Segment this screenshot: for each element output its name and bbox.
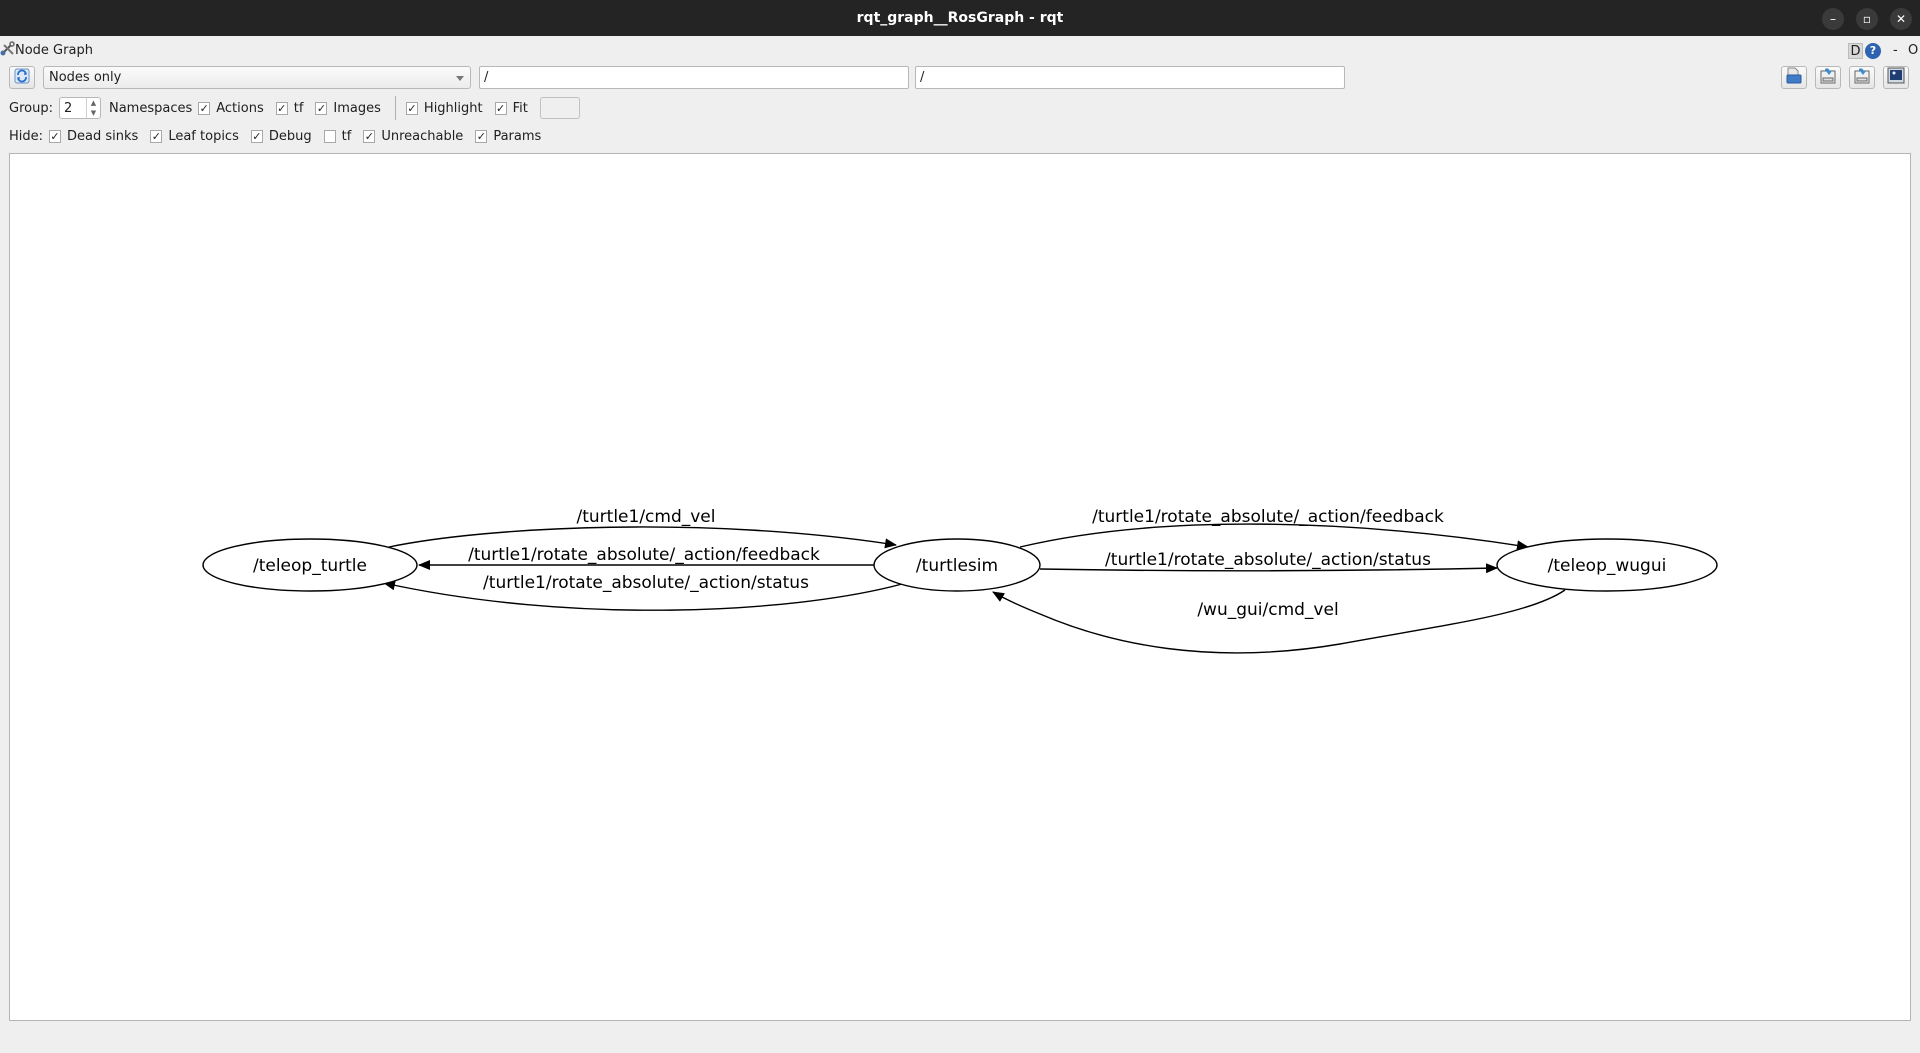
node-filter-input[interactable]: / bbox=[479, 66, 909, 89]
edge-label-status-left: /turtle1/rotate_absolute/_action/status bbox=[483, 573, 809, 593]
node-turtlesim[interactable]: /turtlesim bbox=[873, 538, 1041, 592]
dead-sinks-checkbox[interactable]: ✓ Dead sinks bbox=[49, 129, 138, 144]
refresh-icon bbox=[14, 68, 30, 88]
node-label-turtlesim: /turtlesim bbox=[916, 556, 998, 576]
leaf-topics-checkbox[interactable]: ✓ Leaf topics bbox=[150, 129, 239, 144]
close-icon: ✕ bbox=[1895, 12, 1907, 26]
minimize-plugin-button[interactable]: - bbox=[1893, 43, 1898, 59]
node-label-teleop-wugui: /teleop_wugui bbox=[1548, 556, 1667, 576]
debug-checkbox[interactable]: ✓ Debug bbox=[250, 129, 312, 144]
minimize-icon: – bbox=[1830, 12, 1836, 26]
graph-canvas[interactable]: /turtle1/cmd_vel /turtle1/rotate_absolut… bbox=[9, 153, 1911, 1021]
tf-group-checkbox[interactable]: ✓ tf bbox=[275, 101, 303, 116]
save-svg-button[interactable] bbox=[1849, 66, 1875, 89]
tf-hide-checkbox[interactable]: tf bbox=[323, 129, 351, 144]
edge-label-turtle1-cmd-vel: /turtle1/cmd_vel bbox=[577, 507, 716, 527]
load-dot-button[interactable] bbox=[1781, 66, 1807, 89]
help-icon: ? bbox=[1869, 44, 1877, 57]
checkmark-icon: ✓ bbox=[250, 129, 263, 143]
plugin-title-bar: Node Graph bbox=[0, 41, 93, 59]
help-button[interactable]: ? bbox=[1865, 43, 1881, 59]
highlight-checkbox[interactable]: ✓ Highlight bbox=[405, 101, 483, 116]
node-teleop-wugui[interactable]: /teleop_wugui bbox=[1496, 538, 1718, 592]
checkmark-icon: ✓ bbox=[275, 101, 288, 115]
save-image-icon bbox=[1887, 67, 1905, 88]
actions-checkbox[interactable]: ✓ Actions bbox=[198, 101, 264, 116]
fit-checkbox[interactable]: ✓ Fit bbox=[494, 101, 528, 116]
tools-icon bbox=[0, 41, 15, 56]
window-titlebar: rqt_graph__RosGraph - rqt – ▫ ✕ bbox=[0, 0, 1920, 36]
checkmark-icon: ✓ bbox=[315, 101, 328, 115]
save-as-dot-icon bbox=[1819, 67, 1837, 88]
edge-label-feedback-left: /turtle1/rotate_absolute/_action/feedbac… bbox=[468, 545, 820, 565]
separator bbox=[394, 96, 396, 120]
hide-label: Hide: bbox=[9, 128, 44, 144]
topic-filter-input[interactable]: / bbox=[915, 66, 1345, 89]
namespaces-label: Namespaces bbox=[108, 100, 193, 116]
save-dot-button[interactable] bbox=[1815, 66, 1841, 89]
minimize-button[interactable]: – bbox=[1822, 8, 1844, 30]
edge-turtle1-cmd-vel[interactable] bbox=[388, 526, 897, 549]
edge-label-feedback-right: /turtle1/rotate_absolute/_action/feedbac… bbox=[1092, 507, 1444, 527]
maximize-icon: ▫ bbox=[1862, 12, 1872, 26]
window-title: rqt_graph__RosGraph - rqt bbox=[856, 10, 1064, 26]
checkmark-icon: ✓ bbox=[363, 129, 376, 143]
save-image-button[interactable] bbox=[1883, 66, 1909, 89]
group-label: Group: bbox=[9, 100, 53, 116]
refresh-button[interactable] bbox=[9, 66, 35, 89]
checkmark-icon: ✓ bbox=[150, 129, 163, 143]
edge-label-wu-gui-cmd-vel: /wu_gui/cmd_vel bbox=[1197, 600, 1338, 620]
node-teleop-turtle[interactable]: /teleop_turtle bbox=[202, 538, 418, 592]
plugin-title: Node Graph bbox=[15, 43, 93, 58]
edge-feedback-to-teleop-wugui[interactable] bbox=[1019, 523, 1529, 551]
save-as-svg-icon bbox=[1853, 67, 1871, 88]
params-checkbox[interactable]: ✓ Params bbox=[475, 129, 541, 144]
close-plugin-button[interactable]: O bbox=[1908, 43, 1918, 59]
fit-in-view-button[interactable] bbox=[539, 97, 580, 119]
dock-button[interactable]: D bbox=[1848, 43, 1863, 59]
checkmark-icon: ✓ bbox=[49, 129, 62, 143]
group-spinbox[interactable]: 2 ▲ ▼ bbox=[58, 97, 101, 119]
close-button[interactable]: ✕ bbox=[1890, 8, 1912, 30]
options-row: Group: 2 ▲ ▼ Namespaces ✓ Actions ✓ tf ✓ Ima… bbox=[9, 96, 580, 120]
hide-row: Hide: ✓ Dead sinks ✓ Leaf topics ✓ Debug tf… bbox=[9, 125, 553, 147]
unreachable-checkbox[interactable]: ✓ Unreachable bbox=[363, 129, 463, 144]
open-file-icon bbox=[1785, 67, 1803, 88]
checkmark-icon: ✓ bbox=[198, 101, 211, 115]
checkmark-icon: ✓ bbox=[494, 101, 507, 115]
graph-svg[interactable]: /turtle1/cmd_vel /turtle1/rotate_absolut… bbox=[10, 154, 1912, 1022]
chevron-down-icon bbox=[456, 76, 464, 81]
edge-label-status-right: /turtle1/rotate_absolute/_action/status bbox=[1105, 550, 1431, 570]
spinbox-arrows-icon[interactable]: ▲ ▼ bbox=[85, 98, 100, 118]
maximize-button[interactable]: ▫ bbox=[1856, 8, 1878, 30]
graph-mode-select[interactable]: Nodes only bbox=[43, 66, 471, 89]
checkmark-icon: ✓ bbox=[475, 129, 488, 143]
checkmark-icon: ✓ bbox=[405, 101, 418, 115]
images-checkbox[interactable]: ✓ Images bbox=[315, 101, 381, 116]
node-label-teleop-turtle: /teleop_turtle bbox=[253, 556, 367, 576]
